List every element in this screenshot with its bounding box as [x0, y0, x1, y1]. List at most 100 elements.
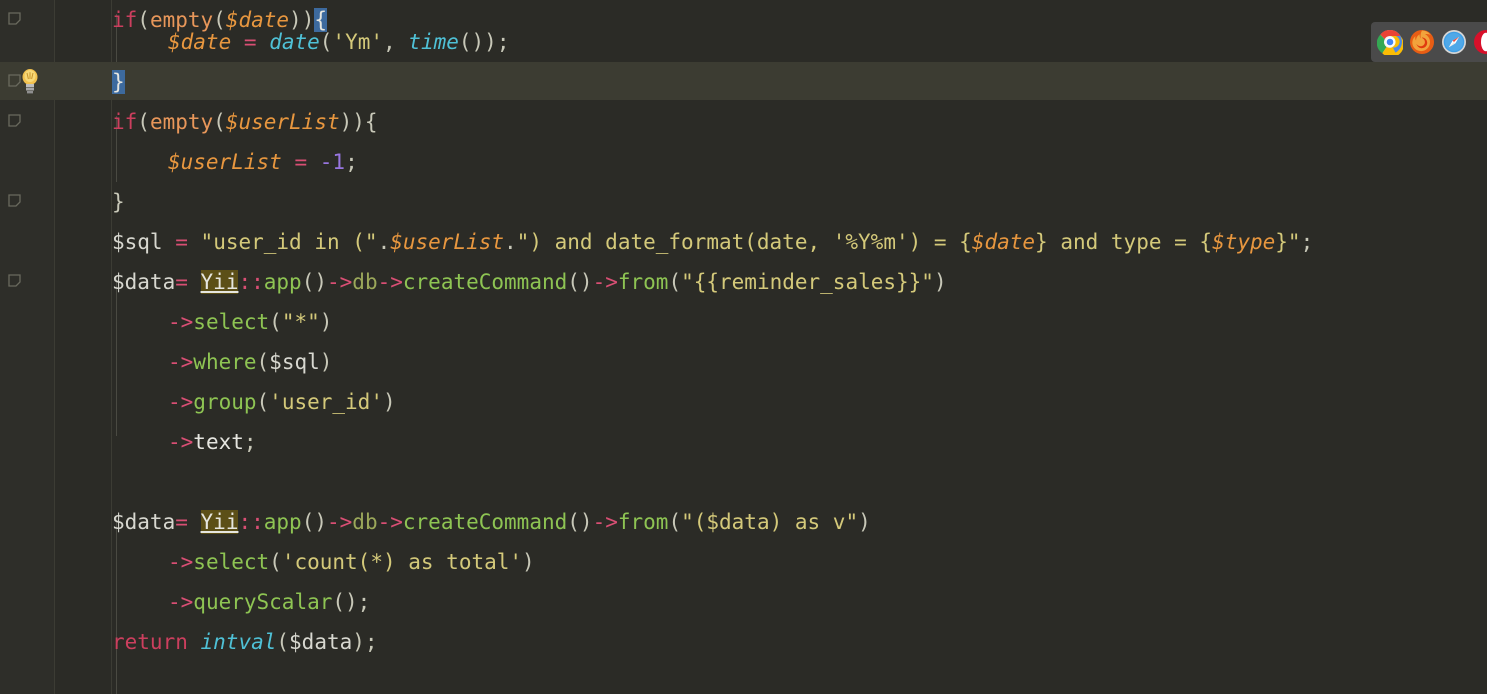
- code-token: group: [193, 390, 257, 414]
- code-token: (: [276, 630, 290, 654]
- code-token: $userList: [225, 110, 340, 134]
- code-token: ;: [345, 150, 358, 174]
- code-line[interactable]: if(empty($userList)){: [112, 102, 378, 142]
- code-token: text: [193, 430, 244, 454]
- code-token: $type: [1212, 230, 1276, 254]
- code-token: $sql: [112, 230, 163, 254]
- code-token: db: [352, 510, 378, 534]
- code-token: ") and date_format(date, '%Y%m') = {: [516, 230, 972, 254]
- code-token: $data: [289, 630, 353, 654]
- code-token: ;: [364, 630, 378, 654]
- code-token: return: [112, 630, 188, 654]
- opera-icon[interactable]: [1473, 29, 1487, 55]
- code-token: ): [522, 550, 535, 574]
- code-token: (): [567, 510, 593, 534]
- code-token: .: [377, 230, 391, 254]
- code-token: $userList: [168, 150, 282, 174]
- code-line[interactable]: $data= Yii::app()->db->createCommand()->…: [112, 502, 871, 542]
- code-token: ;: [496, 30, 510, 54]
- code-token: "{{reminder_sales}}": [681, 270, 934, 294]
- code-line[interactable]: ->select('count(*) as total'): [112, 542, 535, 582]
- code-line[interactable]: $data= Yii::app()->db->createCommand()->…: [112, 262, 947, 302]
- code-line[interactable]: ->queryScalar();: [112, 582, 370, 622]
- code-token: ;: [1300, 230, 1314, 254]
- code-token: if: [112, 110, 138, 134]
- code-token: ->: [168, 550, 194, 574]
- code-token: "*": [281, 310, 320, 334]
- code-token: from: [617, 510, 669, 534]
- safari-icon[interactable]: [1441, 29, 1467, 55]
- code-line[interactable]: }: [112, 62, 125, 102]
- code-fold-marker[interactable]: [8, 194, 21, 207]
- code-line[interactable]: return intval($data);: [112, 622, 378, 662]
- code-token: ->: [168, 590, 194, 614]
- code-text-area[interactable]: if(empty($date)){$date = date('Ym', time…: [112, 0, 1487, 694]
- code-editor[interactable]: if(empty($date)){$date = date('Ym', time…: [0, 0, 1487, 694]
- code-line[interactable]: $sql = "user_id in (".$userList.") and d…: [112, 222, 1313, 262]
- editor-gutter-icons[interactable]: [0, 0, 55, 694]
- code-token: ->: [327, 270, 353, 294]
- code-fold-marker[interactable]: [8, 274, 21, 287]
- code-token: (): [332, 590, 358, 614]
- code-token: empty: [149, 110, 214, 134]
- code-line[interactable]: ->where($sql): [112, 342, 332, 382]
- code-token: (: [256, 390, 270, 414]
- code-line[interactable]: $date = date('Ym', time());: [112, 22, 509, 62]
- code-token: ): [319, 310, 333, 334]
- code-token: createCommand: [402, 510, 568, 534]
- code-token: ): [858, 510, 871, 534]
- code-token: createCommand: [402, 270, 568, 294]
- code-token: (: [269, 310, 282, 334]
- code-token: (: [269, 550, 282, 574]
- code-line[interactable]: }: [112, 182, 125, 222]
- code-token: Yii: [200, 510, 239, 534]
- code-token: ): [319, 350, 333, 374]
- code-token: (: [668, 270, 682, 294]
- code-token: ->: [592, 270, 618, 294]
- code-token: 'user_id': [269, 390, 383, 414]
- code-token: =: [175, 230, 188, 254]
- code-token: select: [193, 310, 270, 334]
- code-token: ->: [377, 510, 403, 534]
- code-token: =: [175, 510, 188, 534]
- code-token: (: [137, 110, 150, 134]
- code-token: }: [112, 190, 125, 214]
- editor-fold-gutter[interactable]: [56, 0, 112, 694]
- code-token: ->: [168, 350, 194, 374]
- code-token: db: [352, 270, 378, 294]
- intention-action-lightbulb-icon[interactable]: [20, 68, 40, 94]
- code-token: ): [382, 390, 396, 414]
- code-fold-marker[interactable]: [8, 12, 21, 25]
- code-line[interactable]: $userList = -1;: [112, 142, 358, 182]
- open-in-browser-popup[interactable]: [1371, 22, 1487, 62]
- code-token: (): [567, 270, 593, 294]
- chrome-icon[interactable]: [1377, 29, 1403, 55]
- code-token: intval: [200, 630, 277, 654]
- code-token: (: [213, 110, 226, 134]
- code-token: ::: [238, 270, 264, 294]
- code-token: 'Ym': [332, 30, 383, 54]
- code-token: } and type = {: [1035, 230, 1213, 254]
- code-token: .: [504, 230, 517, 254]
- code-token: ->: [327, 510, 353, 534]
- code-token: $date: [168, 30, 232, 54]
- code-token: app: [263, 510, 302, 534]
- code-fold-marker[interactable]: [8, 114, 21, 127]
- code-token: select: [193, 550, 270, 574]
- code-line[interactable]: ->select("*"): [112, 302, 332, 342]
- code-line[interactable]: ->text;: [112, 422, 257, 462]
- code-token: $userList: [390, 230, 505, 254]
- code-token: (: [256, 350, 270, 374]
- code-token: }: [112, 70, 125, 94]
- code-token: ->: [592, 510, 618, 534]
- code-token: time: [408, 30, 459, 54]
- code-token: ()): [458, 30, 497, 54]
- code-line[interactable]: ->group('user_id'): [112, 382, 396, 422]
- firefox-icon[interactable]: [1409, 29, 1435, 55]
- code-token: date: [269, 30, 320, 54]
- code-token: =: [175, 270, 188, 294]
